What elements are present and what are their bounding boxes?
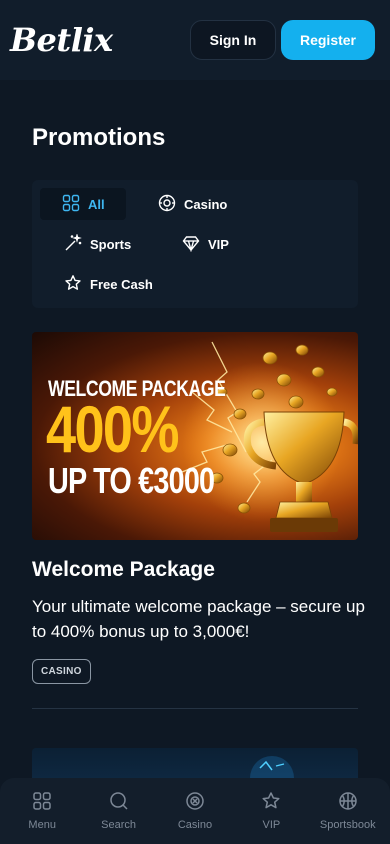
top-header: Betlix Sign In Register — [0, 0, 390, 80]
star-icon — [64, 274, 82, 295]
filter-sports[interactable]: Sports — [42, 228, 141, 260]
banner-amount: UP TO €3000 — [48, 460, 215, 501]
register-button[interactable]: Register — [281, 20, 375, 60]
filter-all[interactable]: All — [40, 188, 126, 220]
promo-title[interactable]: Welcome Package — [32, 558, 215, 582]
basketball-icon — [338, 791, 358, 814]
sign-in-button[interactable]: Sign In — [190, 20, 276, 60]
filter-free-cash-label: Free Cash — [90, 276, 153, 292]
grid-icon — [32, 791, 52, 814]
star-icon — [261, 791, 281, 814]
nav-search[interactable]: Search — [81, 791, 157, 831]
filter-casino-label: Casino — [184, 196, 228, 212]
wand-icon — [64, 232, 82, 255]
filter-sports-label: Sports — [90, 236, 132, 252]
filter-vip[interactable]: VIP — [160, 228, 239, 260]
nav-sportsbook[interactable]: Sportsbook — [310, 791, 386, 831]
divider — [32, 708, 358, 709]
filter-casino[interactable]: Casino — [136, 188, 237, 220]
bottom-navigation: Menu Search Casino VIP Sportsbook — [0, 778, 390, 844]
banner-percentage: 400% — [46, 392, 180, 466]
nav-menu[interactable]: Menu — [4, 791, 80, 831]
filter-vip-label: VIP — [208, 236, 229, 252]
diamond-icon — [182, 234, 200, 255]
filter-all-label: All — [88, 196, 105, 212]
nav-casino-label: Casino — [177, 819, 213, 831]
nav-search-label: Search — [101, 819, 136, 831]
nav-sportsbook-label: Sportsbook — [319, 819, 376, 831]
page-title: Promotions — [32, 124, 166, 151]
promo-description: Your ultimate welcome package – secure u… — [32, 597, 365, 641]
roulette-icon — [158, 194, 176, 215]
header-actions: Sign In Register — [190, 20, 375, 60]
brand-logo[interactable]: Betlix — [10, 21, 113, 59]
nav-casino[interactable]: Casino — [157, 791, 233, 831]
nav-menu-label: Menu — [28, 819, 56, 831]
roulette-icon — [185, 791, 205, 814]
nav-vip[interactable]: VIP — [233, 791, 309, 831]
nav-vip-label: VIP — [262, 819, 281, 831]
filter-free-cash[interactable]: Free Cash — [42, 268, 163, 300]
promo-filter-panel: All Casino Sports VIP Free Cash — [32, 180, 358, 308]
welcome-package-banner[interactable]: WELCOME PACKAGE 400% UP TO €3000 — [32, 332, 358, 540]
promo-category-badge: CASINO — [32, 659, 91, 684]
search-icon — [109, 791, 129, 814]
grid-icon — [62, 194, 80, 215]
